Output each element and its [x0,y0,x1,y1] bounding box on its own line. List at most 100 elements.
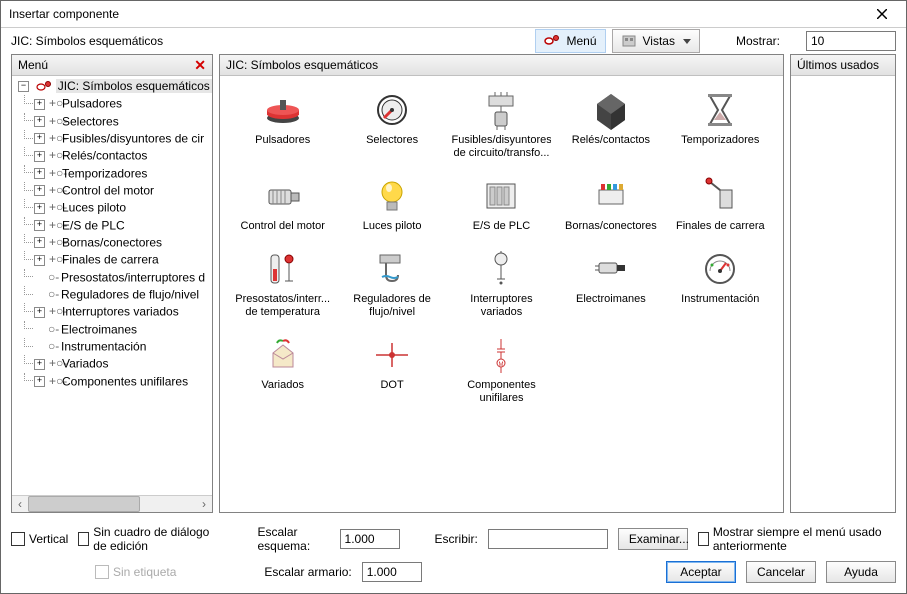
presostatos-icon [263,249,303,289]
scale-panel-input[interactable] [362,562,422,582]
expand-icon[interactable]: + [34,203,45,214]
component-item-instrumentacion[interactable]: Instrumentación [666,247,775,323]
expand-icon[interactable]: + [34,185,45,196]
tree-item[interactable]: ○-Reguladores de flujo/nivel [34,286,212,303]
tree-item[interactable]: ○-Instrumentación [34,338,212,355]
component-item-dot[interactable]: DOT [337,333,446,409]
tree[interactable]: − JIC: Símbolos esquemáticos ++○-Pulsado… [14,78,212,390]
component-item-label: Finales de carrera [670,220,770,233]
tree-root[interactable]: − JIC: Símbolos esquemáticos ++○-Pulsado… [18,78,212,390]
menu-toolbar-button[interactable]: Menú [535,29,605,53]
component-item-selectores[interactable]: Selectores [337,88,446,164]
component-item-variados[interactable]: Variados [228,333,337,409]
expand-icon[interactable]: + [34,255,45,266]
scroll-left-icon[interactable]: ‹ [12,496,28,512]
show-count-input[interactable] [806,31,896,51]
tree-horizontal-scrollbar[interactable]: ‹ › [12,495,212,512]
tree-item[interactable]: ++○-Variados [34,355,212,372]
scroll-thumb[interactable] [28,496,140,512]
recent-panel-body [791,76,895,512]
tree-panel-header: Menú ✕ [12,55,212,76]
tree-item[interactable]: ++○-Luces piloto [34,199,212,216]
component-item-lucespiloto[interactable]: Luces piloto [337,174,446,237]
tree-item[interactable]: ++○-Bornas/conectores [34,234,212,251]
component-item-bornas[interactable]: Bornas/conectores [556,174,665,237]
tree-item[interactable]: ++○-E/S de PLC [34,217,212,234]
expand-icon[interactable]: + [34,133,45,144]
component-item-finales[interactable]: Finales de carrera [666,174,775,237]
lucespiloto-icon [372,176,412,216]
no-edit-dialog-checkbox[interactable]: Sin cuadro de diálogo de edición [78,525,222,553]
expand-icon[interactable]: + [34,99,45,110]
browse-button[interactable]: Examinar... [618,528,688,550]
menu-icon [544,33,560,49]
interruptores-icon [481,249,521,289]
temporizadores-icon [700,90,740,130]
tree-item-label: Fusibles/disyuntores de cir [62,131,204,145]
always-show-menu-checkbox[interactable]: Mostrar siempre el menú usado anteriorme… [698,525,896,553]
component-item-temporizadores[interactable]: Temporizadores [666,88,775,164]
component-item-label: Instrumentación [670,293,770,306]
views-toolbar-button[interactable]: Vistas [612,29,700,53]
recent-panel: Últimos usados [790,54,896,513]
expand-icon[interactable]: + [34,168,45,179]
component-item-electroimanes[interactable]: Electroimanes [556,247,665,323]
vertical-checkbox[interactable]: Vertical [11,532,68,546]
checkbox-icon [95,565,109,579]
component-item-fusibles[interactable]: Fusibles/disyuntores de circuito/transfo… [447,88,556,164]
component-item-reguladores[interactable]: Reguladores de flujo/nivel [337,247,446,323]
scale-schema-input[interactable] [340,529,400,549]
component-item-presostatos[interactable]: Presostatos/interr... de temperatura [228,247,337,323]
component-item-label: E/S de PLC [451,220,551,233]
expand-icon[interactable]: + [34,376,45,387]
no-tag-label: Sin etiqueta [113,565,176,579]
component-item-label: Control del motor [233,220,333,233]
component-item-label: Presostatos/interr... de temperatura [233,293,333,319]
component-item-label: Fusibles/disyuntores de circuito/transfo… [451,134,551,160]
expand-icon[interactable]: + [34,359,45,370]
no-tag-checkbox: Sin etiqueta [95,565,176,579]
tree-item[interactable]: ++○-Temporizadores [34,165,212,182]
expand-icon[interactable]: + [34,116,45,127]
component-item-unifilares[interactable]: MComponentes unifilares [447,333,556,409]
tree-item[interactable]: ○-Presostatos/interruptores d [34,269,212,286]
tree-item[interactable]: ++○-Control del motor [34,182,212,199]
expand-icon[interactable]: + [34,237,45,248]
cancel-button[interactable]: Cancelar [746,561,816,583]
controlmotor-icon [263,176,303,216]
expand-icon[interactable]: + [34,307,45,318]
tree-item-label: Bornas/conectores [62,235,162,249]
tree-item[interactable]: ++○-Selectores [34,113,212,130]
scale-panel-label: Escalar armario: [264,565,351,579]
tree-item[interactable]: ○-Electroimanes [34,321,212,338]
tree-panel-close-icon[interactable]: ✕ [194,57,206,74]
collapse-icon[interactable]: − [18,81,29,92]
component-item-reles[interactable]: Relés/contactos [556,88,665,164]
library-label: JIC: Símbolos esquemáticos [11,34,163,48]
component-item-label: Temporizadores [670,134,770,147]
expand-icon[interactable]: + [34,151,45,162]
component-item-esplc[interactable]: E/S de PLC [447,174,556,237]
help-button[interactable]: Ayuda [826,561,896,583]
component-item-controlmotor[interactable]: Control del motor [228,174,337,237]
tree-item[interactable]: ++○-Relés/contactos [34,147,212,164]
tree-item-label: E/S de PLC [62,218,125,232]
component-item-pulsadores[interactable]: Pulsadores [228,88,337,164]
type-label: Escribir: [435,532,478,546]
ok-button[interactable]: Aceptar [666,561,736,583]
scroll-right-icon[interactable]: › [196,496,212,512]
tree-item-label: Reguladores de flujo/nivel [61,287,199,301]
tree-item[interactable]: ++○-Componentes unifilares [34,373,212,390]
expand-icon[interactable]: + [34,220,45,231]
tree-item[interactable]: ++○-Fusibles/disyuntores de cir [34,130,212,147]
dot-icon [372,335,412,375]
tree-item[interactable]: ++○-Finales de carrera [34,251,212,268]
component-item-label: Variados [233,379,333,392]
close-button[interactable] [862,3,902,25]
tree-item[interactable]: ++○-Pulsadores [34,95,212,112]
tree-body: − JIC: Símbolos esquemáticos ++○-Pulsado… [12,76,212,512]
component-item-label: Relés/contactos [561,134,661,147]
tree-item[interactable]: ++○-Interruptores variados [34,303,212,320]
component-item-interruptores[interactable]: Interruptores variados [447,247,556,323]
type-input[interactable] [488,529,608,549]
